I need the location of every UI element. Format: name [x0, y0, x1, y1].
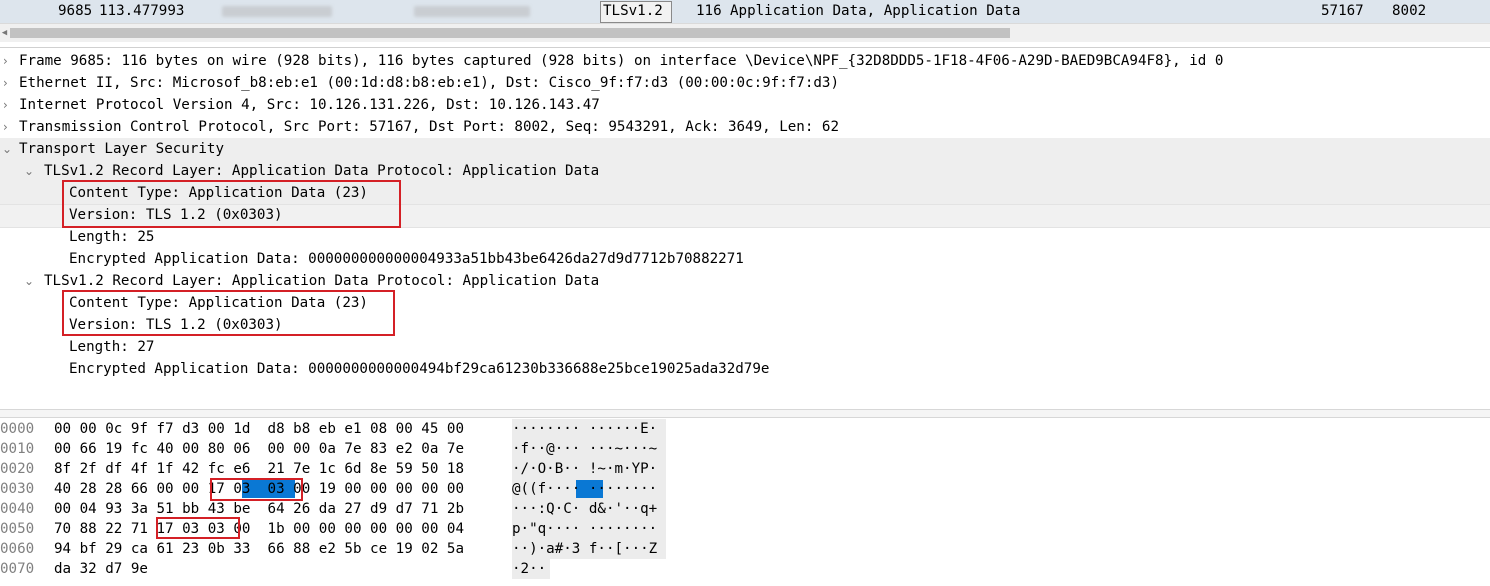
packet-src-port: 57167: [1321, 3, 1364, 19]
hex-offset: 0040: [0, 501, 35, 517]
annotation-box-record-2: [62, 290, 395, 336]
hex-ascii: ········ ······E·: [512, 421, 658, 437]
pane-splitter-bottom[interactable]: [0, 409, 1490, 418]
chevron-down-icon[interactable]: ⌄: [2, 138, 12, 160]
chevron-right-icon[interactable]: ›: [3, 116, 8, 138]
annotation-box-hex-2: [156, 517, 240, 539]
packet-time: 113.477993: [99, 3, 185, 19]
tree-row-encrypted-data-1[interactable]: Encrypted Application Data: 000000000000…: [0, 248, 1490, 270]
chevron-right-icon[interactable]: ›: [3, 94, 8, 116]
scroll-left-arrow-icon[interactable]: ◀: [0, 24, 9, 42]
packet-dst-port: 8002: [1392, 3, 1427, 19]
hex-offset: 0000: [0, 421, 35, 437]
hex-ascii: p·"q···· ········: [512, 521, 658, 537]
hex-ascii: @((f···· ········: [512, 481, 658, 497]
redacted-destination-address: [414, 6, 530, 17]
pane-splitter-top[interactable]: [0, 42, 1490, 48]
hex-offset: 0050: [0, 521, 35, 537]
tree-row-length-2[interactable]: Length: 27: [0, 336, 1490, 358]
hex-ascii: ·f··@··· ···~···~: [512, 441, 658, 457]
tree-row-tcp[interactable]: › Transmission Control Protocol, Src Por…: [0, 116, 1490, 138]
hex-bytes: 00 00 0c 9f f7 d3 00 1d d8 b8 eb e1 08 0…: [54, 421, 464, 437]
packet-number: 9685: [58, 3, 93, 19]
packet-length: 116: [696, 3, 722, 19]
annotation-box-hex-1: [210, 478, 303, 501]
hex-ascii: ·/·O·B·· !~·m·YP·: [512, 461, 658, 477]
hex-offset: 0070: [0, 561, 35, 577]
hex-offset: 0060: [0, 541, 35, 557]
chevron-right-icon[interactable]: ›: [3, 50, 8, 72]
packet-list-horizontal-scrollbar[interactable]: ◀: [0, 23, 1490, 43]
chevron-right-icon[interactable]: ›: [3, 72, 8, 94]
hex-bytes: 8f 2f df 4f 1f 42 fc e6 21 7e 1c 6d 8e 5…: [54, 461, 464, 477]
tree-row-tls-record-2[interactable]: ⌄ TLSv1.2 Record Layer: Application Data…: [0, 270, 1490, 292]
annotation-box-record-1: [62, 180, 401, 228]
hex-ascii: ·2··: [512, 561, 547, 577]
hex-offset: 0010: [0, 441, 35, 457]
hex-offset: 0020: [0, 461, 35, 477]
packet-protocol: TLSv1.2: [603, 3, 663, 19]
redacted-source-address: [222, 6, 332, 17]
packet-info: Application Data, Application Data: [730, 3, 1021, 19]
scrollbar-thumb[interactable]: [10, 28, 1010, 38]
hex-bytes: 70 88 22 71 17 03 03 00 1b 00 00 00 00 0…: [54, 521, 464, 537]
hex-bytes: 00 66 19 fc 40 00 80 06 00 00 0a 7e 83 e…: [54, 441, 464, 457]
hex-bytes: da 32 d7 9e: [54, 561, 148, 577]
tree-row-encrypted-data-2[interactable]: Encrypted Application Data: 000000000000…: [0, 358, 1490, 380]
tree-row-ipv4[interactable]: › Internet Protocol Version 4, Src: 10.1…: [0, 94, 1490, 116]
packet-list-selected-row[interactable]: 9685 113.477993 TLSv1.2 116 Application …: [0, 0, 1490, 23]
tree-row-tls-record-1[interactable]: ⌄ TLSv1.2 Record Layer: Application Data…: [0, 160, 1490, 182]
tree-row-length-1[interactable]: Length: 25: [0, 226, 1490, 248]
chevron-down-icon[interactable]: ⌄: [24, 270, 34, 292]
tree-row-tls[interactable]: ⌄ Transport Layer Security: [0, 138, 1490, 160]
hex-offset: 0030: [0, 481, 35, 497]
hex-bytes: 00 04 93 3a 51 bb 43 be 64 26 da 27 d9 d…: [54, 501, 464, 517]
chevron-down-icon[interactable]: ⌄: [24, 160, 34, 182]
tree-row-frame[interactable]: › Frame 9685: 116 bytes on wire (928 bit…: [0, 50, 1490, 72]
hex-bytes: 94 bf 29 ca 61 23 0b 33 66 88 e2 5b ce 1…: [54, 541, 464, 557]
hex-ascii: ···:Q·C· d&·'··q+: [512, 501, 658, 517]
tree-row-ethernet[interactable]: › Ethernet II, Src: Microsof_b8:eb:e1 (0…: [0, 72, 1490, 94]
hex-ascii: ··)·a#·3 f··[···Z: [512, 541, 658, 557]
